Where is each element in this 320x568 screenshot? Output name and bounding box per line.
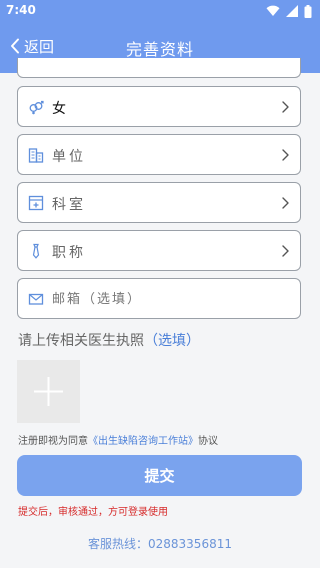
gender-row[interactable]: 女 xyxy=(17,86,301,127)
department-label: 科室 xyxy=(52,197,86,213)
position-row[interactable]: 职称 xyxy=(17,230,301,271)
hotline-text[interactable]: 客服热线：02883356811 xyxy=(0,535,320,552)
plus-icon xyxy=(34,377,63,406)
building-icon xyxy=(28,148,44,163)
tie-icon xyxy=(32,243,40,259)
gender-icon xyxy=(29,100,44,115)
battery-icon xyxy=(304,4,312,18)
agreement-prefix: 注册即视为同意 xyxy=(18,436,88,447)
chevron-right-icon xyxy=(282,245,289,257)
department-icon xyxy=(28,195,44,211)
unit-row[interactable]: 单位 xyxy=(17,134,301,175)
email-row xyxy=(17,278,301,319)
department-row[interactable]: 科室 xyxy=(17,182,301,223)
position-label: 职称 xyxy=(52,245,86,261)
status-bar: 7:40 xyxy=(0,0,320,22)
status-icons xyxy=(266,4,312,18)
status-time: 7:40 xyxy=(6,3,36,17)
submit-button[interactable]: 提交 xyxy=(17,455,302,496)
upload-license-button[interactable] xyxy=(17,360,80,423)
chevron-right-icon xyxy=(282,101,289,113)
agreement-text: 注册即视为同意《出生缺陷咨询工作站》协议 xyxy=(18,432,218,447)
mail-icon xyxy=(28,293,44,305)
email-input[interactable] xyxy=(52,287,292,311)
form-row-partial[interactable] xyxy=(17,58,301,78)
agreement-link[interactable]: 《出生缺陷咨询工作站》 xyxy=(88,436,198,447)
upload-hint: 请上传相关医生执照（选填） xyxy=(18,330,200,350)
page-title: 完善资料 xyxy=(125,40,194,59)
submit-note: 提交后，审核通过，方可登录使用 xyxy=(18,507,168,518)
unit-label: 单位 xyxy=(52,149,86,165)
wifi-icon xyxy=(266,5,280,16)
upload-optional: （选填） xyxy=(144,333,200,349)
gender-value: 女 xyxy=(52,101,66,117)
upload-hint-text: 请上传相关医生执照 xyxy=(18,333,144,349)
agreement-suffix: 协议 xyxy=(198,436,218,447)
chevron-right-icon xyxy=(282,149,289,161)
signal-icon xyxy=(286,5,298,17)
app-screen: 7:40 返回 完善资料 女 单位 科室 职称 邮箱（选填） 请上传相关医生执照… xyxy=(0,0,320,568)
chevron-right-icon xyxy=(282,197,289,209)
